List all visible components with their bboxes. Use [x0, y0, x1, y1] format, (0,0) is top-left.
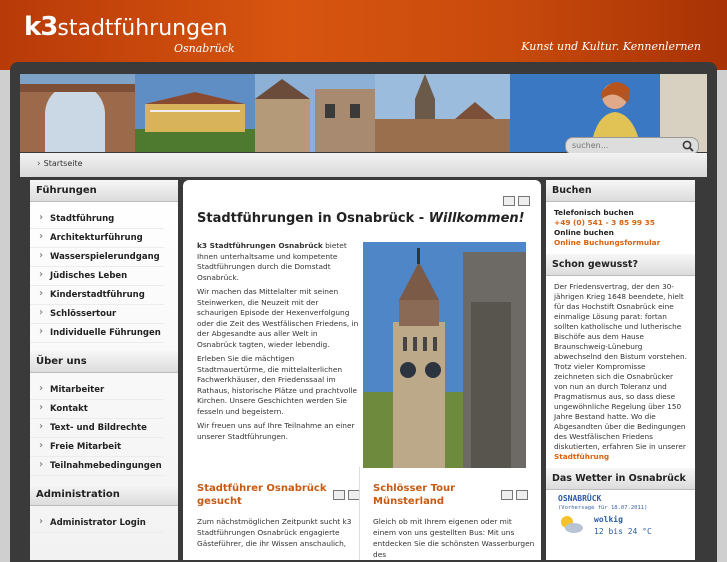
fact-title: Schon gewusst? — [546, 254, 695, 276]
logo-wordmark: stadtführungen — [57, 16, 228, 41]
nav-item-freie-mitarbeit[interactable]: Freie Mitarbeit — [30, 438, 164, 457]
nav-item-schloessertour[interactable]: Schlössertour — [30, 305, 164, 324]
teaser-divider — [359, 467, 360, 560]
page-tools — [503, 196, 530, 206]
nav-section-title: Über uns — [30, 351, 178, 373]
nav-item-mitarbeiter[interactable]: Mitarbeiter — [30, 381, 164, 400]
weather-title: Das Wetter in Osnabrück — [546, 468, 695, 490]
nav-item-individuelle-fuehrungen[interactable]: Individuelle Führungen — [30, 324, 164, 343]
slogan: Kunst und Kultur. Kennenlernen — [521, 40, 701, 53]
right-sidebar: Buchen Telefonisch buchen +49 (0) 541 - … — [546, 180, 695, 560]
nav-item-wasserspielerundgang[interactable]: Wasserspielerundgang — [30, 248, 164, 267]
intro-paragraph-4: Wir freuen uns auf Ihre Teilnahme an ein… — [197, 421, 355, 441]
palace-photo — [135, 74, 255, 152]
arch-photo — [20, 74, 135, 152]
intro-paragraph-1: k3 Stadtführungen Osnabrück bietet Ihnen… — [197, 241, 359, 283]
breadcrumb-home[interactable]: Startseite — [37, 159, 83, 169]
teaser1-tools — [333, 490, 360, 500]
site-header: k3stadtführungen Osnabrück Kunst und Kul… — [0, 0, 727, 70]
page-title: Stadtführungen in Osnabrück - Willkommen… — [197, 211, 525, 226]
nav-item-admin-login[interactable]: Administrator Login — [30, 514, 164, 533]
phone-booking-label: Telefonisch buchen — [554, 208, 634, 217]
weather-date: (Vorhersage für 18.07.2011) — [558, 505, 648, 511]
nav-section-title: Führungen — [30, 180, 178, 202]
intro-paragraph-3: Erleben Sie die mächtigen Stadtmauertürm… — [197, 354, 358, 416]
church-photo — [375, 74, 510, 152]
fact-link[interactable]: Stadtführung — [554, 452, 609, 461]
print-icon[interactable] — [501, 490, 513, 500]
logo-k3: k3 — [24, 12, 58, 42]
intro-company: k3 Stadtführungen Osnabrück — [197, 241, 323, 250]
weather-widget: OSNABRÜCK (Vorhersage für 18.07.2011) wo… — [546, 490, 695, 552]
nav-list-ueber-uns: Mitarbeiter Kontakt Text- und Bildrechte… — [30, 381, 178, 476]
nav-item-kontakt[interactable]: Kontakt — [30, 400, 164, 419]
intro-paragraph-2: Wir machen das Mittelalter mit seinen St… — [197, 287, 359, 349]
breadcrumb: Startseite — [20, 153, 707, 177]
site-logo[interactable]: k3stadtführungen Osnabrück — [24, 12, 235, 55]
nav-item-kinderstadtfuehrung[interactable]: Kinderstadtführung — [30, 286, 164, 305]
booking-form-link[interactable]: Online Buchungsformular — [554, 238, 660, 247]
teaser2-tools — [501, 490, 528, 500]
teaser-title-stadtfuehrer[interactable]: Stadtführer Osnabrück gesucht — [197, 482, 337, 508]
weather-temperature: 12 bis 24 °C — [594, 527, 652, 536]
nav-item-teilnahmebedingungen[interactable]: Teilnahmebedingungen — [30, 457, 164, 476]
booking-title: Buchen — [546, 180, 695, 202]
church-tower-photo — [363, 242, 526, 468]
page-title-main: Stadtführungen in Osnabrück - — [197, 211, 429, 226]
nav-item-juedisches-leben[interactable]: Jüdisches Leben — [30, 267, 164, 286]
left-sidebar: Führungen Stadtführung Architekturführun… — [30, 180, 178, 560]
print-icon[interactable] — [503, 196, 515, 206]
search-input[interactable] — [572, 139, 672, 152]
intro-text: k3 Stadtführungen Osnabrück bietet Ihnen… — [197, 241, 359, 446]
teaser-title-schloesser[interactable]: Schlösser Tour Münsterland — [373, 482, 493, 508]
fact-box: Der Friedensvertrag, der den 30-jährigen… — [546, 276, 695, 468]
nav-list-fuehrungen: Stadtführung Architekturführung Wassersp… — [30, 210, 178, 343]
nav-section-title: Administration — [30, 484, 178, 506]
main-content: Stadtführungen in Osnabrück - Willkommen… — [183, 180, 541, 560]
nav-item-bildrechte[interactable]: Text- und Bildrechte — [30, 419, 164, 438]
weather-city: OSNABRÜCK — [558, 494, 602, 503]
online-booking-label: Online buchen — [554, 228, 614, 237]
print-icon[interactable] — [333, 490, 345, 500]
nav-list-administration: Administrator Login — [30, 514, 178, 533]
nav-item-architekturfuehrung[interactable]: Architekturführung — [30, 229, 164, 248]
weather-condition: wolkig — [594, 515, 623, 524]
phone-number[interactable]: +49 (0) 541 - 3 85 99 35 — [554, 218, 655, 227]
teaser-text-stadtfuehrer: Zum nächstmöglichen Zeitpunkt sucht k3 S… — [197, 517, 352, 548]
email-icon[interactable] — [518, 196, 530, 206]
logo-city: Osnabrück — [174, 42, 235, 55]
nav-item-stadtfuehrung[interactable]: Stadtführung — [30, 210, 164, 229]
partly-cloudy-icon — [561, 516, 583, 533]
fact-text: Der Friedensvertrag, der den 30-jährigen… — [554, 282, 687, 451]
page-title-em: Willkommen! — [428, 211, 525, 226]
email-icon[interactable] — [516, 490, 528, 500]
search-icon[interactable] — [681, 139, 695, 153]
oldtown-photo — [255, 74, 375, 152]
booking-box: Telefonisch buchen +49 (0) 541 - 3 85 99… — [546, 202, 695, 254]
teaser-text-schloesser: Gleich ob mit Ihrem eigenen oder mit ein… — [373, 517, 535, 559]
